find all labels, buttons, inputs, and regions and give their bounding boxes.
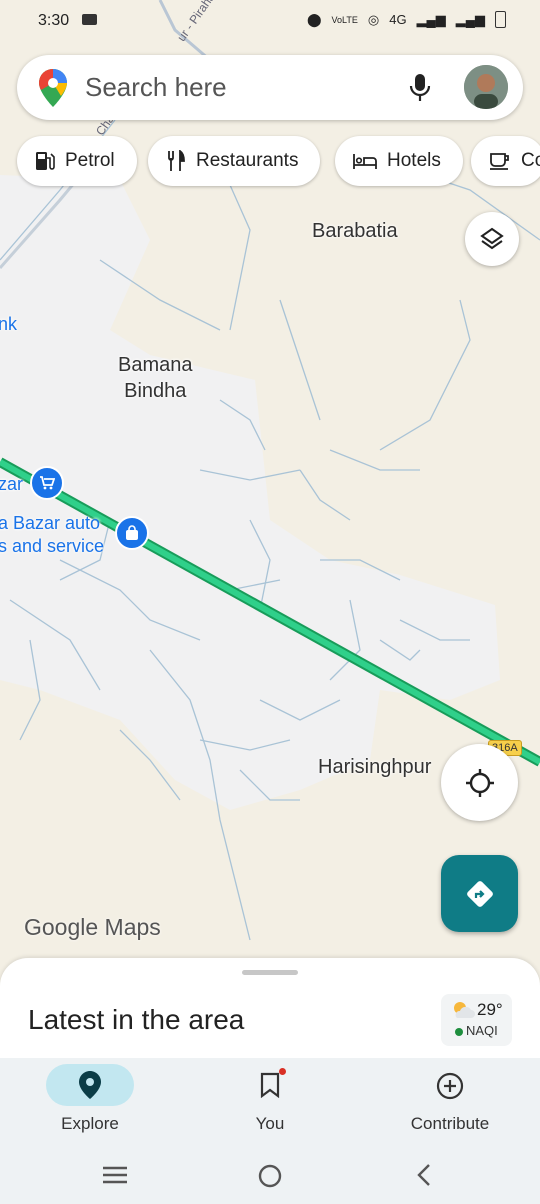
nav-contribute[interactable]: Contribute [360,1058,540,1148]
poi-label-bank[interactable]: nk [0,314,17,335]
google-maps-logo: Google Maps [24,914,161,940]
network-type: 4G [389,12,407,27]
chip-coffee[interactable]: Co [471,136,540,186]
status-icons: ⬤ VoLTE ◎ 4G ▂▄▆ ▂▄▆ [307,11,506,28]
microphone-icon[interactable] [409,73,431,103]
layers-button[interactable] [465,212,519,266]
bottom-navigation: Explore You Contribute [0,1058,540,1204]
partly-cloudy-icon [451,1000,475,1025]
nav-label: You [255,1114,285,1133]
chip-label: Co [521,150,540,171]
cart-icon [40,476,55,490]
restaurant-icon [168,150,185,171]
nav-label: Contribute [410,1114,490,1133]
volte-icon: VoLTE [331,14,358,25]
aqi-status-dot [455,1028,463,1036]
my-location-button[interactable] [441,744,518,821]
poi-label-auto-bazar[interactable]: a Bazar auto [0,513,100,534]
signal-icon-2: ▂▄▆ [455,11,485,27]
notification-dot [279,1068,286,1075]
place-label-harisinghpur[interactable]: Harisinghpur [318,756,431,779]
hotspot-icon: ◎ [367,11,380,27]
poi-label-service[interactable]: s and service [0,536,104,557]
shopping-cart-marker[interactable] [30,466,64,500]
chip-label: Restaurants [196,150,299,171]
temperature: 29° [477,1000,503,1019]
crosshair-icon [465,768,494,797]
nav-you[interactable]: You [180,1058,360,1148]
location-icon: ⬤ [306,11,322,27]
layers-icon [480,227,504,250]
chip-petrol[interactable]: Petrol [17,136,137,186]
directions-button[interactable] [441,855,518,932]
aqi-label: NAQI [466,1023,498,1038]
directions-icon [466,880,493,907]
battery-icon [495,11,506,28]
search-placeholder[interactable]: Search here [85,72,227,103]
back-icon[interactable] [414,1162,434,1188]
chip-label: Hotels [387,150,441,171]
weather-card[interactable]: 29° NAQI [441,994,512,1046]
google-maps-pin-icon [39,69,67,107]
search-bar[interactable]: Search here [17,55,523,120]
youtube-notification-icon [82,14,97,25]
recent-apps-icon[interactable] [102,1165,128,1185]
chip-hotels[interactable]: Hotels [335,136,463,186]
poi-label-bazar[interactable]: zar [0,474,23,495]
shopping-bag-icon [126,525,138,540]
signal-icon: ▂▄▆ [416,11,446,27]
sheet-title: Latest in the area [28,1004,245,1035]
place-label-barabatia[interactable]: Barabatia [312,220,398,243]
status-time: 3:30 [38,12,70,29]
hotel-icon [353,154,377,169]
coffee-icon [490,153,509,170]
nav-explore[interactable]: Explore [0,1058,180,1148]
sheet-drag-handle[interactable] [242,970,298,975]
avatar[interactable] [464,65,508,109]
home-icon[interactable] [257,1163,283,1189]
chip-label: Petrol [65,150,115,171]
profile-photo-icon [464,65,508,109]
explore-pin-icon [79,1071,101,1099]
status-bar: 3:30 ⬤ VoLTE ◎ 4G ▂▄▆ ▂▄▆ [0,0,540,44]
shopping-bag-marker[interactable] [115,516,149,550]
chip-restaurants[interactable]: Restaurants [148,136,321,186]
bottom-sheet[interactable]: Latest in the area 29° NAQI [0,958,540,1068]
fuel-icon [36,152,55,170]
bookmark-icon [260,1072,280,1098]
nav-label: Explore [61,1114,119,1133]
place-label-bamana-bindha[interactable]: Bamana Bindha [118,352,193,404]
add-circle-icon [436,1072,464,1100]
